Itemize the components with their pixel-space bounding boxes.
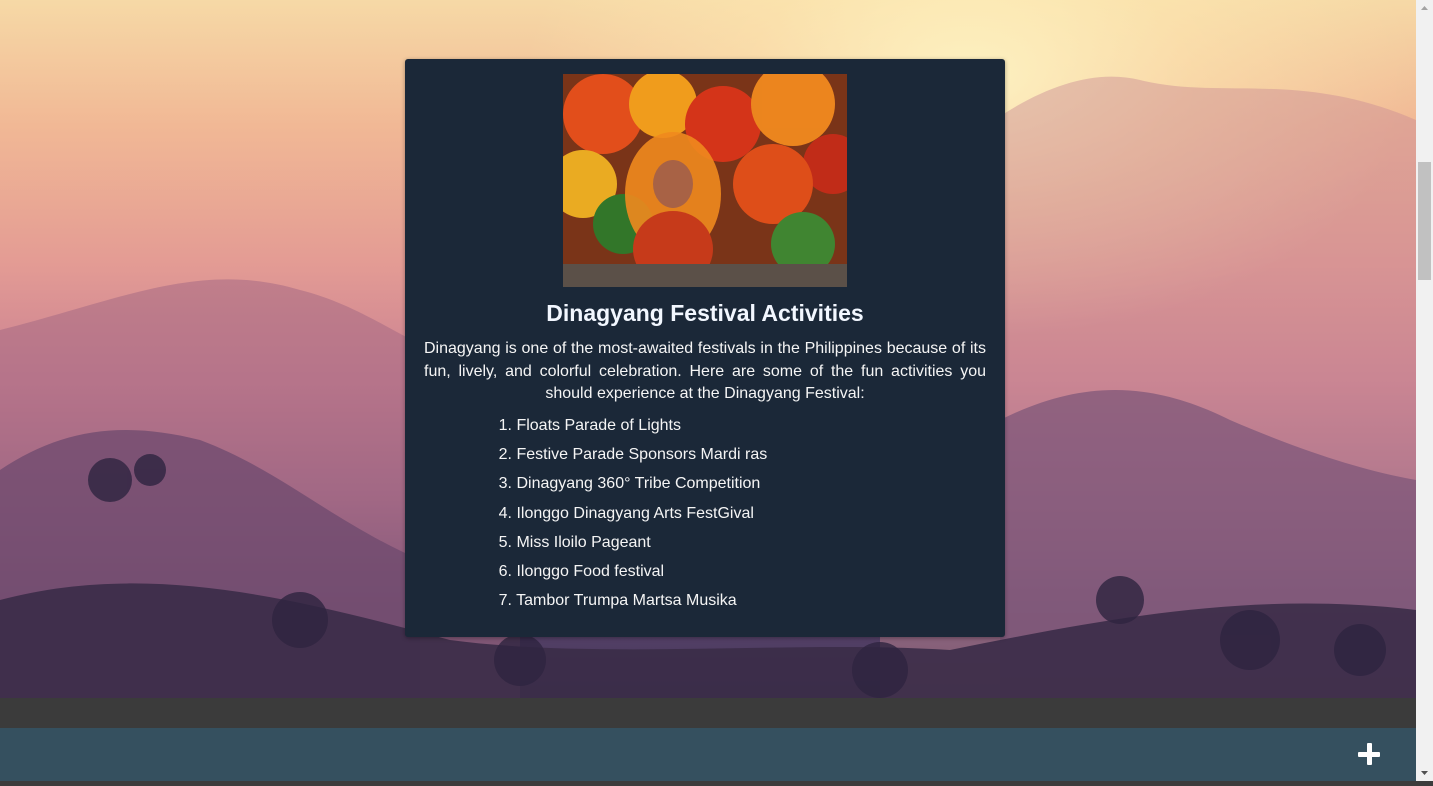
card-title: Dinagyang Festival Activities: [546, 300, 864, 326]
scrollbar-thumb[interactable]: [1418, 162, 1431, 280]
list-item-number: 2.: [498, 446, 512, 464]
list-item: 1. Floats Parade of Lights: [495, 415, 767, 444]
list-item: 6. Ilonggo Food festival: [495, 561, 767, 590]
footer-divider: [0, 698, 1416, 728]
list-item-label: Floats Parade of Lights: [516, 417, 681, 434]
list-item-number: 6.: [498, 562, 512, 580]
list-item-number: 5.: [498, 533, 512, 551]
scroll-down-arrow-icon[interactable]: [1416, 764, 1433, 781]
list-item-label: Ilonggo Dinagyang Arts FestGival: [516, 504, 754, 522]
list-item: 7. Tambor Trumpa Martsa Musika: [495, 590, 767, 619]
list-item-label: Tambor Trumpa Martsa Musika: [516, 592, 737, 610]
list-item-label: Dinagyang 360° Tribe Competition: [516, 475, 761, 493]
activities-card: Dinagyang Festival Activities Dinagyang …: [405, 59, 1005, 637]
list-item: 5. Miss Iloilo Pageant: [495, 532, 767, 561]
list-item-label: Festive Parade Sponsors Mardi ras: [516, 446, 768, 464]
activity-list: 1. Floats Parade of Lights 2. Festive Pa…: [495, 415, 768, 619]
list-item-number: 4.: [498, 504, 512, 522]
list-item-number: 7.: [498, 592, 512, 610]
vertical-scrollbar[interactable]: [1416, 0, 1433, 781]
plus-icon[interactable]: [1356, 741, 1382, 767]
list-item-number: 1.: [498, 417, 512, 434]
scroll-up-arrow-icon[interactable]: [1416, 0, 1433, 17]
card-description: Dinagyang is one of the most-awaited fes…: [424, 340, 986, 402]
festival-photo: [563, 74, 847, 287]
list-item: 4. Ilonggo Dinagyang Arts FestGival: [495, 503, 767, 532]
list-item: 3. Dinagyang 360° Tribe Competition: [495, 473, 767, 502]
list-item-label: Ilonggo Food festival: [516, 562, 665, 580]
footer-bar: [0, 728, 1416, 781]
list-item: 2. Festive Parade Sponsors Mardi ras: [495, 444, 768, 473]
list-item-label: Miss Iloilo Pageant: [516, 533, 651, 551]
list-item-number: 3.: [498, 475, 512, 493]
